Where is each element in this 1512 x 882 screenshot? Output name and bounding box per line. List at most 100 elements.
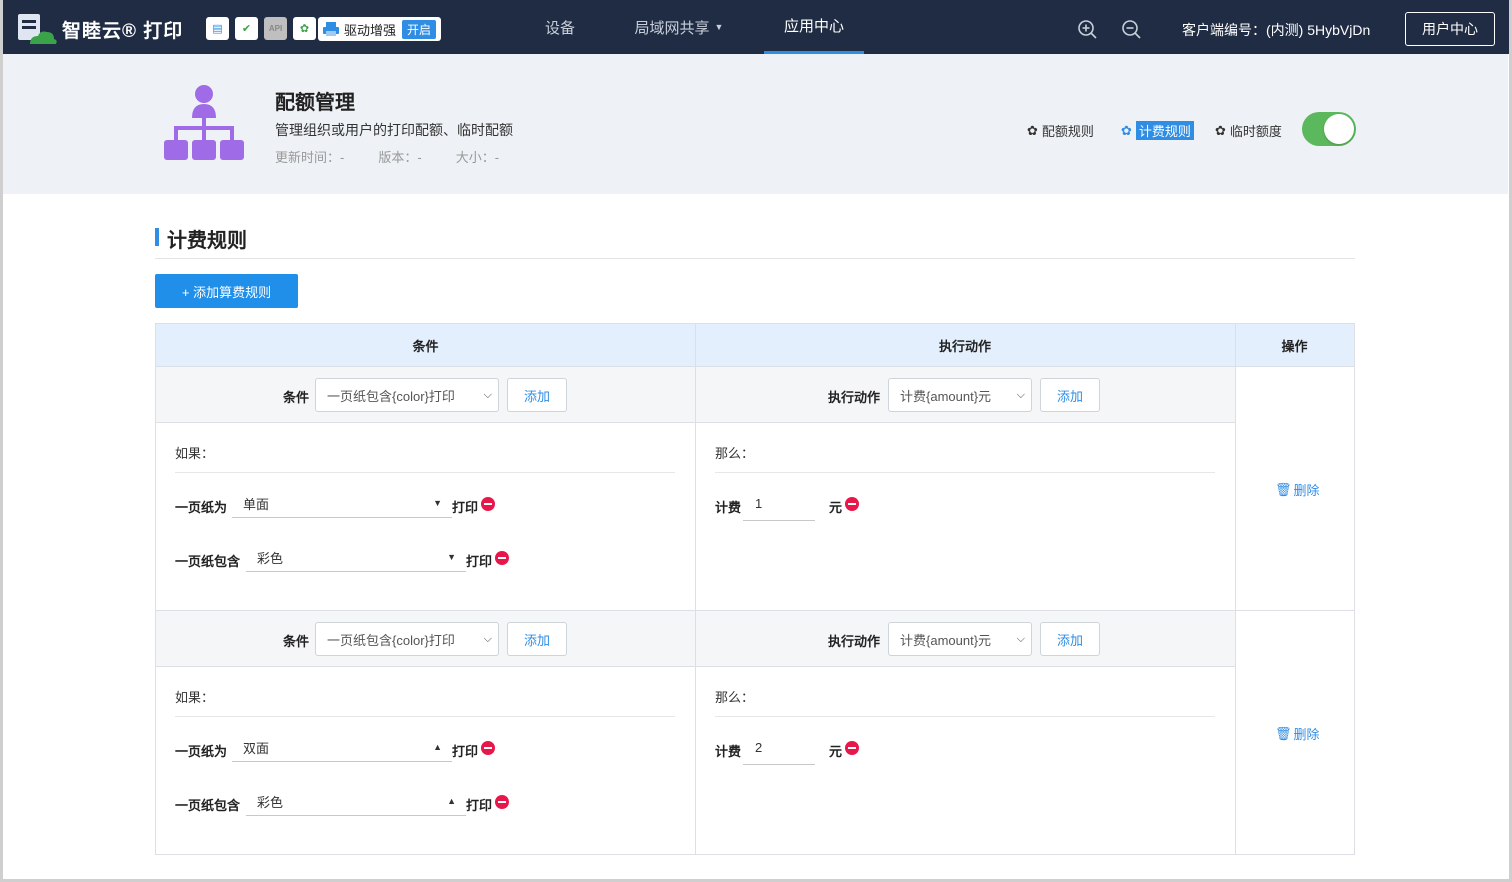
add-action-button[interactable]: 添加	[1040, 622, 1100, 656]
condition-select[interactable]: 一页纸包含{color}打印 ⌵	[315, 378, 499, 412]
add-billing-rule-button[interactable]: + 添加算费规则	[155, 274, 298, 308]
caret-up-icon: ▲	[447, 796, 456, 806]
amount-input[interactable]: 1	[743, 487, 815, 521]
app-meta: 更新时间：- 版本：- 大小：-	[275, 147, 499, 166]
gear-icon: ✿	[1215, 122, 1226, 138]
condition-select-value: 一页纸包含{color}打印	[327, 388, 455, 404]
remove-action-icon[interactable]	[845, 741, 859, 755]
billing-rules-table: 条件 执行动作 操作 条件 一页纸包含{color}打印 ⌵ 添加 执行动作 计…	[155, 323, 1355, 855]
trash-icon: 🗑	[1275, 725, 1292, 741]
condition-label: 条件	[283, 634, 310, 649]
header-operation: 操作	[1235, 324, 1354, 367]
link-temp-quota[interactable]: ✿ 临时额度	[1215, 121, 1282, 140]
api-icon[interactable]: API	[264, 17, 287, 40]
update-time: 更新时间：-	[275, 150, 345, 165]
driver-enhance-button[interactable]: 驱动增强 开启	[318, 17, 441, 41]
if-label: 如果：	[175, 446, 215, 461]
if-label: 如果：	[175, 690, 215, 705]
chevron-down-icon: ⌵	[1016, 633, 1025, 645]
paper-side-dropdown[interactable]: 单面 ▼	[232, 490, 452, 518]
color-dropdown[interactable]: 彩色 ▲	[246, 788, 466, 816]
monitor-check-icon[interactable]: ✔	[235, 17, 258, 40]
header-condition: 条件	[156, 324, 695, 367]
caret-down-icon: ▼	[433, 498, 442, 508]
client-id: 客户端编号：(内测) 5HybVjDn	[1182, 22, 1371, 38]
add-condition-button[interactable]: 添加	[507, 378, 567, 412]
zoom-in-icon[interactable]	[1077, 19, 1097, 39]
header-action: 执行动作	[695, 324, 1235, 367]
link-quota-rules[interactable]: ✿ 配额规则	[1027, 121, 1094, 140]
yuan-label: 元	[829, 744, 843, 759]
remove-condition-icon[interactable]	[481, 497, 495, 511]
then-divider	[715, 716, 1215, 717]
nav-tab-lan-share[interactable]: 局域网共享 ▼	[620, 0, 738, 54]
delete-label: 删除	[1293, 483, 1320, 498]
top-navbar: 智睦云® 打印 ▤ ✔ API ✿ 驱动增强 开启 设备 局域网共享 ▼ 应用中…	[0, 0, 1512, 54]
enable-toggle[interactable]	[1302, 112, 1356, 146]
delete-rule-button[interactable]: 🗑 删除	[1275, 724, 1320, 743]
condition-select-value: 一页纸包含{color}打印	[327, 632, 455, 648]
nav-tab-lan-share-label: 局域网共享	[634, 19, 710, 37]
charge-label: 计费	[715, 500, 742, 515]
gear-icon: ✿	[1027, 122, 1038, 138]
amount-input[interactable]: 2	[743, 731, 815, 765]
color-value: 彩色	[257, 551, 284, 566]
paper-side-value: 单面	[243, 497, 270, 512]
org-chart-icon	[164, 85, 244, 160]
brand-name: 智睦云® 打印	[62, 21, 184, 42]
print-label: 打印	[466, 798, 493, 813]
driver-label: 驱动增强	[344, 22, 397, 38]
action-label: 执行动作	[828, 390, 881, 405]
action-select-value: 计费{amount}元	[900, 632, 992, 648]
caret-down-icon: ▼	[447, 552, 456, 562]
link-temp-quota-label: 临时额度	[1229, 124, 1282, 139]
action-select[interactable]: 计费{amount}元 ⌵	[888, 378, 1032, 412]
app-title: 配额管理	[275, 92, 355, 114]
delete-rule-button[interactable]: 🗑 删除	[1275, 480, 1320, 499]
section-divider	[155, 258, 1355, 259]
add-action-button[interactable]: 添加	[1040, 378, 1100, 412]
add-condition-button[interactable]: 添加	[507, 622, 567, 656]
link-quota-rules-label: 配额规则	[1041, 124, 1094, 139]
chevron-down-icon: ⌵	[483, 389, 492, 401]
paper-side-dropdown[interactable]: 双面 ▲	[232, 734, 452, 762]
action-select[interactable]: 计费{amount}元 ⌵	[888, 622, 1032, 656]
print-label: 打印	[452, 500, 479, 515]
charge-label: 计费	[715, 744, 742, 759]
server-icon[interactable]: ▤	[206, 17, 229, 40]
action-select-value: 计费{amount}元	[900, 388, 992, 404]
gear-icon: ✿	[1121, 122, 1132, 138]
link-billing-rules[interactable]: ✿ 计费规则	[1121, 121, 1194, 140]
caret-up-icon: ▲	[433, 742, 442, 752]
yuan-label: 元	[829, 500, 843, 515]
color-label: 一页纸包含	[175, 554, 241, 569]
size: 大小：-	[455, 150, 500, 165]
nav-tab-devices[interactable]: 设备	[520, 0, 600, 54]
chevron-down-icon: ⌵	[483, 633, 492, 645]
app-description: 管理组织或用户的打印配额、临时配额	[275, 122, 513, 138]
column-divider	[1235, 324, 1236, 855]
section-title: 计费规则	[155, 224, 247, 253]
gear-green-icon[interactable]: ✿	[293, 17, 316, 40]
remove-action-icon[interactable]	[845, 497, 859, 511]
print-label: 打印	[452, 744, 479, 759]
remove-condition-icon[interactable]	[495, 795, 509, 809]
nav-tab-app-center[interactable]: 应用中心	[764, 0, 864, 54]
zoom-out-icon[interactable]	[1121, 19, 1141, 39]
trash-icon: 🗑	[1275, 481, 1292, 497]
user-center-button[interactable]: 用户中心	[1405, 12, 1495, 46]
column-divider	[695, 324, 696, 855]
remove-condition-icon[interactable]	[495, 551, 509, 565]
paper-side-label: 一页纸为	[175, 744, 228, 759]
toolbar-icons: ▤ ✔ API ✿	[206, 17, 316, 40]
link-billing-rules-label: 计费规则	[1135, 121, 1194, 140]
then-divider	[715, 472, 1215, 473]
paper-side-value: 双面	[243, 741, 270, 756]
remove-condition-icon[interactable]	[481, 741, 495, 755]
color-value: 彩色	[257, 795, 284, 810]
printer-cloud-logo-icon	[18, 14, 57, 44]
color-dropdown[interactable]: 彩色 ▼	[246, 544, 466, 572]
condition-select[interactable]: 一页纸包含{color}打印 ⌵	[315, 622, 499, 656]
driver-state-badge: 开启	[402, 19, 437, 39]
if-divider	[175, 472, 675, 473]
